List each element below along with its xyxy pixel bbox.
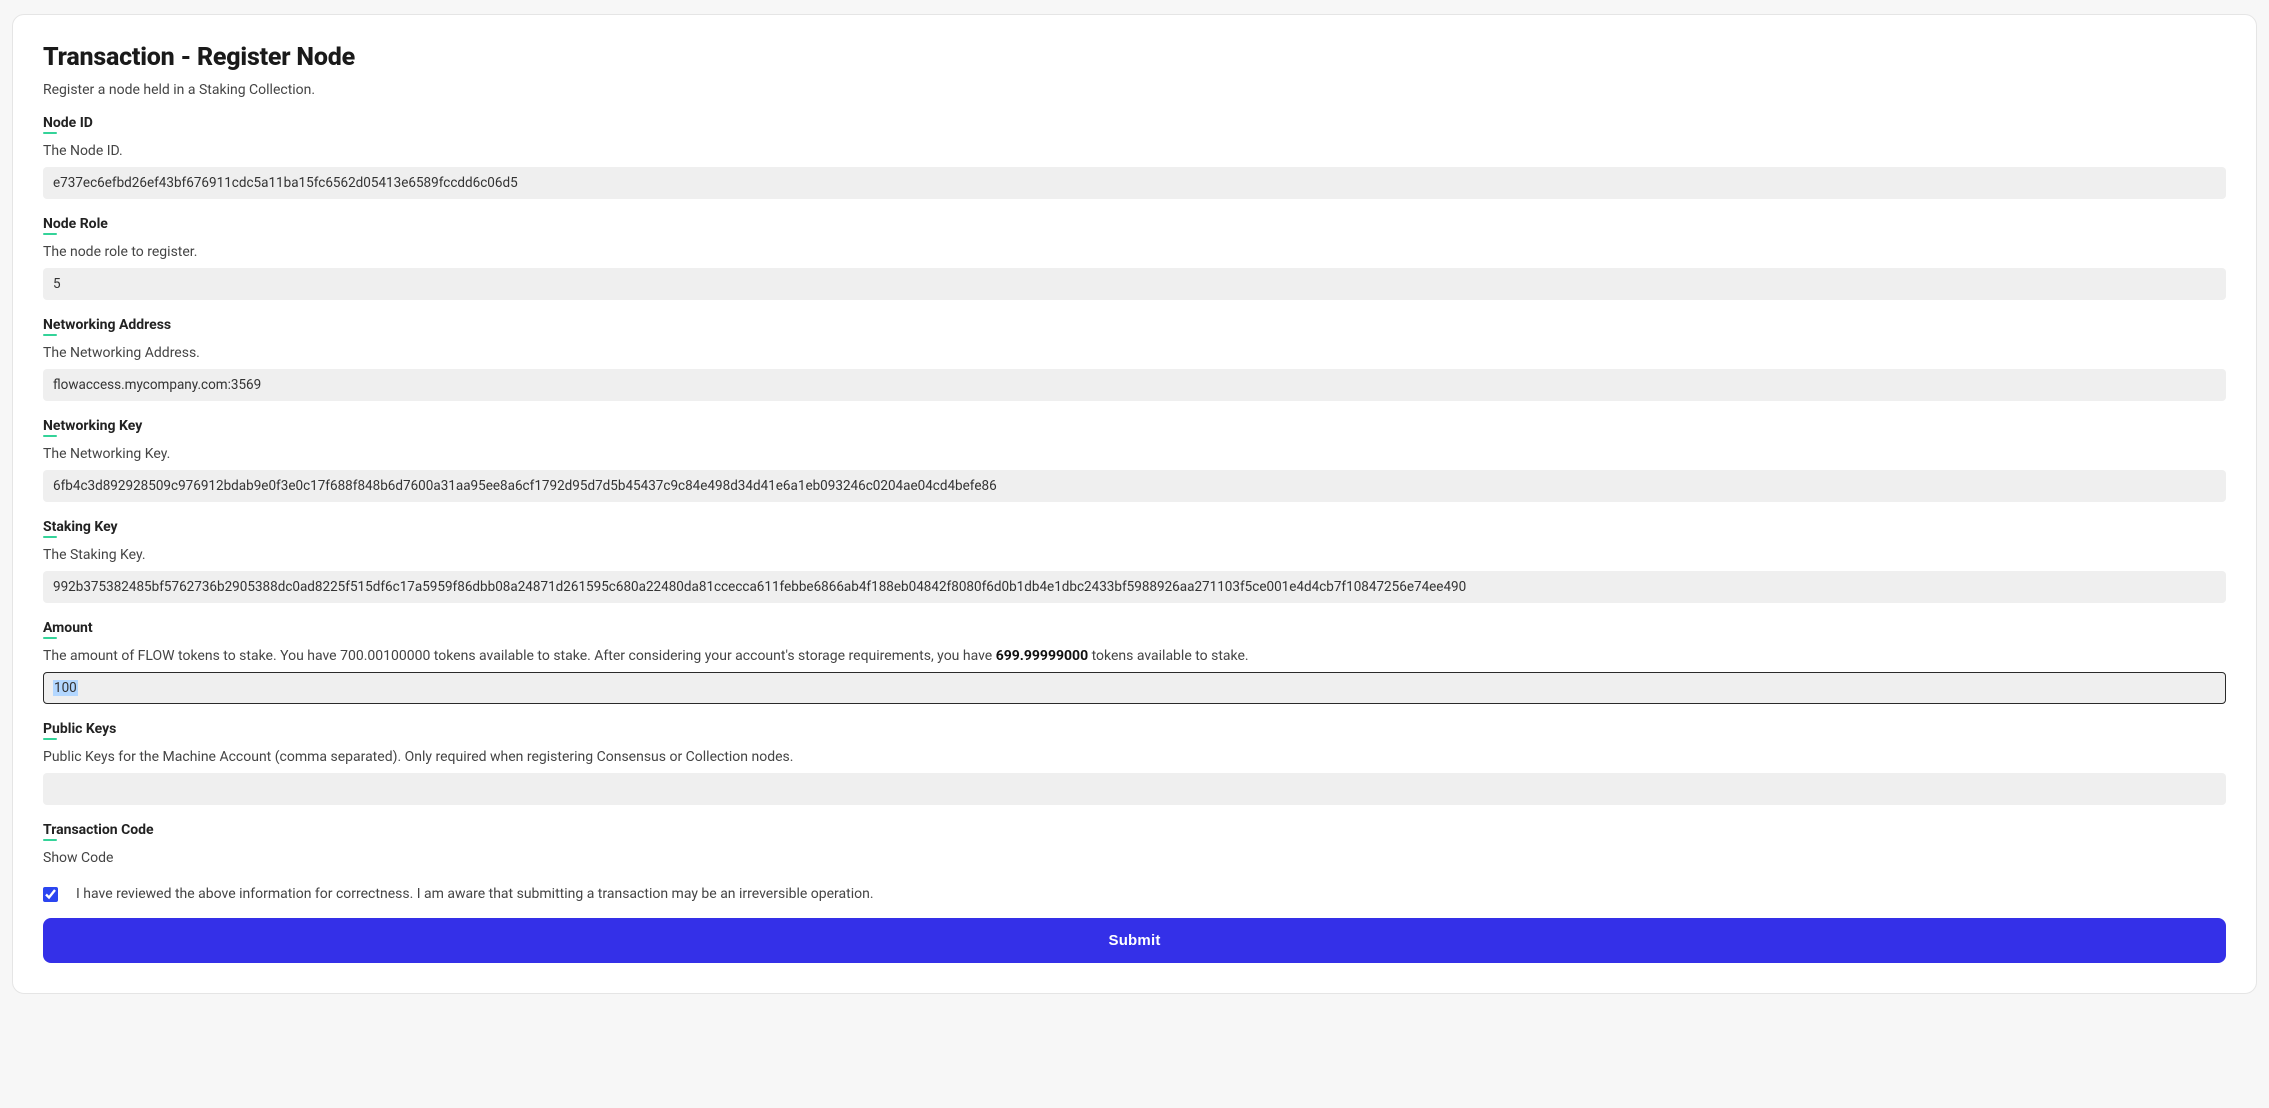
input-networking-key[interactable] xyxy=(43,470,2226,502)
input-amount-value: 100 xyxy=(53,680,78,696)
field-group-transaction-code: Transaction Code Show Code xyxy=(43,819,2226,866)
desc-public-keys: Public Keys for the Machine Account (com… xyxy=(43,749,2226,765)
desc-staking-key: The Staking Key. xyxy=(43,547,2226,563)
submit-button[interactable]: Submit xyxy=(43,918,2226,963)
label-staking-key: Staking Key xyxy=(43,519,118,535)
label-transaction-code: Transaction Code xyxy=(43,822,154,838)
desc-networking-key: The Networking Key. xyxy=(43,446,2226,462)
label-networking-key: Networking Key xyxy=(43,418,142,434)
consent-checkbox[interactable] xyxy=(43,887,58,902)
label-networking-address: Networking Address xyxy=(43,317,171,333)
input-node-role[interactable] xyxy=(43,268,2226,300)
input-amount[interactable]: 100 xyxy=(43,672,2226,704)
field-group-public-keys: Public Keys Public Keys for the Machine … xyxy=(43,718,2226,805)
field-group-networking-address: Networking Address The Networking Addres… xyxy=(43,314,2226,401)
field-group-node-id: Node ID The Node ID. xyxy=(43,112,2226,199)
consent-row: I have reviewed the above information fo… xyxy=(43,886,2226,902)
field-group-node-role: Node Role The node role to register. xyxy=(43,213,2226,300)
label-public-keys: Public Keys xyxy=(43,721,116,737)
label-node-role: Node Role xyxy=(43,216,108,232)
page-subtitle: Register a node held in a Staking Collec… xyxy=(43,82,2226,98)
consent-text: I have reviewed the above information fo… xyxy=(76,886,874,902)
field-group-amount: Amount The amount of FLOW tokens to stak… xyxy=(43,617,2226,704)
desc-node-id: The Node ID. xyxy=(43,143,2226,159)
field-group-networking-key: Networking Key The Networking Key. xyxy=(43,415,2226,502)
input-node-id[interactable] xyxy=(43,167,2226,199)
desc-amount: The amount of FLOW tokens to stake. You … xyxy=(43,648,2226,664)
transaction-form-card: Transaction - Register Node Register a n… xyxy=(12,14,2257,994)
label-amount: Amount xyxy=(43,620,93,636)
desc-node-role: The node role to register. xyxy=(43,244,2226,260)
desc-networking-address: The Networking Address. xyxy=(43,345,2226,361)
desc-amount-prefix: The amount of FLOW tokens to stake. You … xyxy=(43,648,996,664)
field-group-staking-key: Staking Key The Staking Key. xyxy=(43,516,2226,603)
desc-amount-suffix: tokens available to stake. xyxy=(1088,648,1249,664)
input-networking-address[interactable] xyxy=(43,369,2226,401)
show-code-toggle[interactable]: Show Code xyxy=(43,850,2226,866)
input-public-keys[interactable] xyxy=(43,773,2226,805)
label-node-id: Node ID xyxy=(43,115,93,131)
page-title: Transaction - Register Node xyxy=(43,43,2226,72)
desc-amount-bold: 699.99999000 xyxy=(996,648,1088,664)
input-staking-key[interactable] xyxy=(43,571,2226,603)
